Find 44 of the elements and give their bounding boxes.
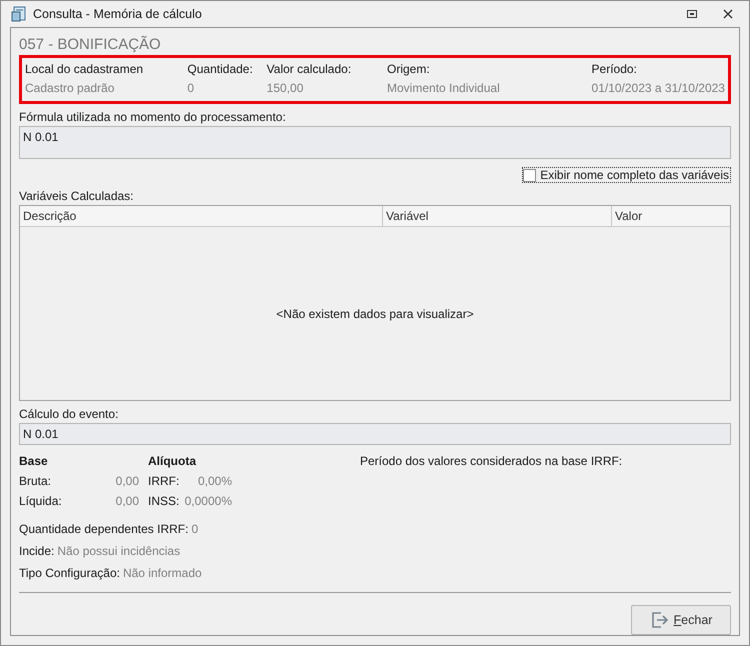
- window-title: Consulta - Memória de cálculo: [33, 7, 202, 21]
- field-label: INSS:: [148, 494, 180, 508]
- full-names-checkbox[interactable]: Exibir nome completo das variáveis: [522, 167, 731, 183]
- field-label: Período dos valores considerados na base IRRF:: [360, 454, 622, 470]
- field-value: 01/10/2023 a 31/10/2023: [592, 81, 725, 95]
- column-heading: Alíquota: [148, 454, 198, 468]
- section-label: Fórmula utilizada no momento do processamento:: [19, 110, 287, 124]
- column-header[interactable]: Descrição: [20, 206, 383, 226]
- field-label: Quantidade dependentes IRRF:: [19, 522, 188, 536]
- exit-icon: [650, 610, 670, 630]
- field-value: 0,00%: [196, 474, 232, 488]
- field-label: Período:: [592, 62, 638, 76]
- field-label: Líquida:: [19, 494, 63, 508]
- field-value: 0,00: [114, 474, 139, 488]
- field-label: Tipo Configuração:: [19, 566, 120, 580]
- field-value: 0: [187, 81, 196, 95]
- field-label: Valor calculado:: [266, 62, 352, 76]
- field-value: 0,0000%: [184, 494, 232, 508]
- restore-icon: [687, 10, 697, 18]
- field-value: Não informado: [122, 566, 202, 580]
- field-value: 0: [191, 522, 198, 536]
- calculation-field[interactable]: N 0.01: [19, 423, 731, 445]
- field-value: Cadastro padrão: [25, 81, 116, 95]
- empty-message: <Não existem dados para visualizar>: [276, 306, 474, 320]
- event-title: 057 - BONIFICAÇÃO: [19, 36, 162, 53]
- field-value: 150,00: [266, 81, 304, 95]
- field-value: Não possui incidências: [57, 544, 180, 558]
- field-value: Movimento Individual: [387, 81, 501, 95]
- close-icon: [723, 9, 733, 19]
- app-icon: [11, 6, 27, 22]
- field-label: Bruta:: [19, 474, 52, 488]
- field-label: Local do cadastramen: [25, 62, 144, 76]
- field-label: Incide:: [19, 544, 54, 558]
- column-heading: Base: [19, 454, 49, 468]
- close-dialog-button[interactable]: Fechar: [631, 605, 731, 635]
- field-label: Origem:: [387, 62, 431, 76]
- column-header[interactable]: Valor: [612, 206, 730, 226]
- field-label: IRRF:: [148, 474, 180, 488]
- formula-field[interactable]: N 0.01: [19, 126, 731, 159]
- section-label: Variáveis Calculadas:: [19, 189, 134, 203]
- field-value: 0,00: [114, 494, 139, 508]
- section-label: Cálculo do evento:: [19, 407, 120, 421]
- column-header[interactable]: Variável: [383, 206, 612, 226]
- field-label: Quantidade:: [187, 62, 254, 76]
